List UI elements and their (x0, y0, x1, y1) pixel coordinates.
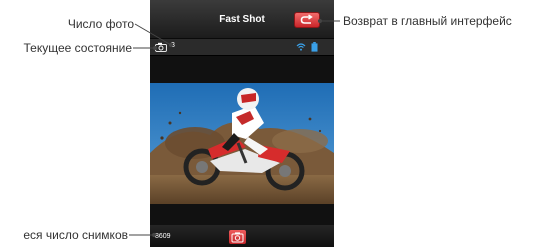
shutter-button[interactable] (229, 230, 246, 244)
annotation-photo-count: Число фото (67, 17, 134, 31)
back-button[interactable] (294, 12, 320, 28)
wifi-icon (296, 43, 306, 51)
annotated-screenshot: Fast Shot 3 8609 Число фото Текущее сост… (0, 0, 542, 247)
camera-status-icon (155, 42, 167, 52)
annotation-back-to-main: Возврат в главный интерфейс (343, 14, 512, 28)
annotation-remaining-shots: еся число снимков (23, 228, 128, 242)
remaining-shots: 8609 (155, 233, 171, 240)
camera-icon (231, 232, 244, 243)
bottom-bar: 8609 (150, 225, 334, 247)
motocross-image (150, 83, 334, 204)
live-preview (150, 83, 334, 204)
photo-count: 3 (171, 42, 175, 49)
back-arrow-icon (300, 14, 313, 24)
viewfinder-top (150, 56, 334, 83)
phone-screen: Fast Shot 3 8609 (150, 0, 334, 247)
battery-icon (311, 42, 318, 52)
annotation-current-state: Текущее состояние (23, 41, 132, 55)
viewfinder-bottom (150, 204, 334, 225)
title-bar: Fast Shot (150, 0, 334, 39)
status-bar: 3 (150, 39, 334, 55)
